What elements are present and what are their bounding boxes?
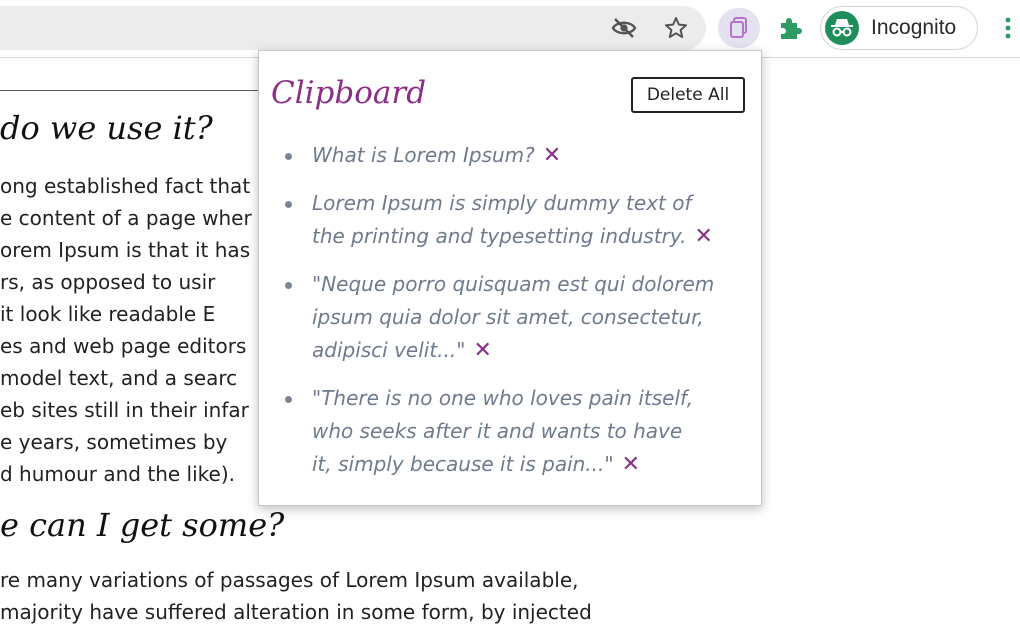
puzzle-icon[interactable] [770, 10, 810, 46]
clipboard-item-line: "Neque porro quisquam est qui dolorem [312, 272, 715, 296]
bullet-icon [285, 396, 292, 403]
article-paragraph: re many variations of passages of Lorem … [0, 564, 592, 628]
popup-title: Clipboard [271, 75, 427, 111]
clipboard-item-line: What is Lorem Ipsum? ✕ [312, 139, 751, 172]
article-heading: do we use it? [0, 109, 213, 147]
clipboard-item-line: Lorem Ipsum is simply dummy text of [312, 191, 692, 215]
article-line: d humour and the like). [0, 462, 235, 486]
article-line: model text, and a searc [0, 366, 238, 390]
delete-all-button[interactable]: Delete All [631, 77, 745, 113]
clipboard-item-text: "There is no one who loves pain itself, w… [312, 382, 751, 481]
clipboard-extension-button[interactable] [718, 8, 760, 48]
star-icon[interactable] [658, 12, 694, 44]
article-line: e years, sometimes by [0, 430, 228, 454]
clipboard-list: What is Lorem Ipsum? ✕ Lorem Ipsum is simp… [281, 139, 751, 496]
clipboard-item-line: "There is no one who loves pain itself, [312, 386, 694, 410]
article-line: ong established fact that [0, 174, 251, 198]
incognito-icon [825, 11, 859, 45]
clipboard-item-line: adipisci velit..." ✕ [312, 334, 751, 367]
clipboard-popup: Clipboard Delete All What is Lorem Ipsum… [258, 50, 762, 506]
clipboard-icon [730, 17, 747, 38]
article-line: rs, as opposed to usir [0, 270, 216, 294]
remove-item-icon[interactable]: ✕ [473, 334, 491, 367]
clipboard-item-line: the printing and typesetting industry. ✕ [312, 220, 751, 253]
bullet-icon [285, 153, 292, 160]
bullet-icon [285, 282, 292, 289]
clipboard-item[interactable]: "There is no one who loves pain itself, w… [281, 382, 751, 481]
bullet-icon [285, 201, 292, 208]
remove-item-icon[interactable]: ✕ [695, 220, 713, 253]
article-paragraph: ong established fact that e content of a … [0, 170, 252, 490]
incognito-profile-button[interactable]: Incognito [820, 6, 978, 50]
clipboard-item-line: ipsum quia dolor sit amet, consectetur, [312, 305, 704, 329]
kebab-menu-icon[interactable] [996, 12, 1020, 44]
clipboard-item-text: What is Lorem Ipsum? ✕ [312, 139, 751, 172]
clipboard-item-line: who seeks after it and wants to have [312, 419, 683, 443]
clipboard-item-text: "Neque porro quisquam est qui dolorem ips… [312, 268, 751, 367]
article-line: eb sites still in their infar [0, 398, 249, 422]
remove-item-icon[interactable]: ✕ [622, 448, 640, 481]
eye-off-icon[interactable] [606, 12, 642, 44]
divider [0, 90, 262, 91]
clipboard-item[interactable]: "Neque porro quisquam est qui dolorem ips… [281, 268, 751, 367]
article-line: re many variations of passages of Lorem … [0, 568, 579, 592]
clipboard-item[interactable]: What is Lorem Ipsum? ✕ [281, 139, 751, 172]
clipboard-item-line: it, simply because it is pain..." ✕ [312, 448, 751, 481]
article-line: e content of a page wher [0, 206, 252, 230]
article-line: es and web page editors [0, 334, 247, 358]
article-line: it look like readable E [0, 302, 216, 326]
profile-label: Incognito [871, 16, 957, 39]
clipboard-item[interactable]: Lorem Ipsum is simply dummy text of the p… [281, 187, 751, 253]
address-bar[interactable] [0, 6, 706, 50]
article-line: orem Ipsum is that it has [0, 238, 251, 262]
article-heading: e can I get some? [0, 506, 285, 544]
article-line: majority have suffered alteration in som… [0, 600, 592, 624]
remove-item-icon[interactable]: ✕ [543, 139, 561, 172]
clipboard-item-text: Lorem Ipsum is simply dummy text of the p… [312, 187, 751, 253]
